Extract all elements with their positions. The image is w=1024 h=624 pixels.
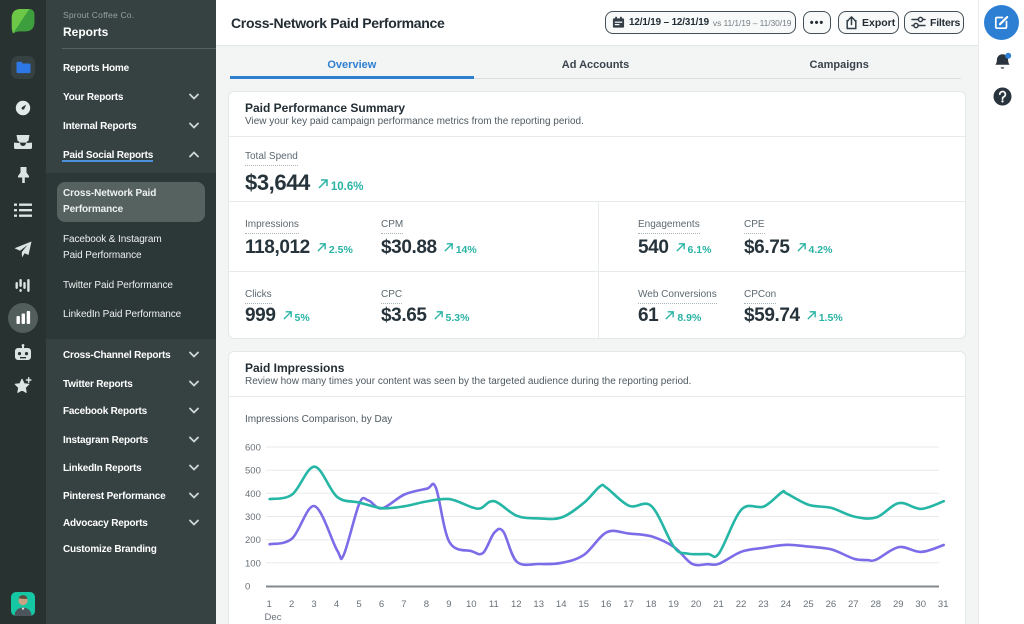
svg-text:25: 25: [803, 599, 814, 610]
svg-text:23: 23: [758, 599, 769, 610]
svg-text:8: 8: [424, 599, 429, 610]
svg-text:21: 21: [713, 599, 724, 610]
svg-text:300: 300: [245, 512, 261, 523]
svg-text:4: 4: [334, 599, 339, 610]
svg-text:1: 1: [266, 599, 271, 610]
svg-text:17: 17: [623, 599, 634, 610]
svg-text:100: 100: [245, 558, 261, 569]
svg-text:19: 19: [668, 599, 679, 610]
svg-text:28: 28: [871, 599, 882, 610]
svg-text:0: 0: [245, 582, 250, 593]
svg-text:18: 18: [646, 599, 657, 610]
svg-text:500: 500: [245, 466, 261, 477]
svg-text:22: 22: [736, 599, 747, 610]
svg-text:200: 200: [245, 535, 261, 546]
svg-text:13: 13: [533, 599, 544, 610]
svg-text:15: 15: [578, 599, 589, 610]
svg-text:26: 26: [826, 599, 837, 610]
svg-text:10: 10: [466, 599, 477, 610]
svg-text:16: 16: [601, 599, 612, 610]
svg-text:29: 29: [893, 599, 904, 610]
svg-text:9: 9: [446, 599, 451, 610]
svg-text:27: 27: [848, 599, 859, 610]
svg-text:600: 600: [245, 443, 261, 454]
svg-text:Dec: Dec: [265, 612, 282, 623]
svg-text:20: 20: [691, 599, 702, 610]
svg-text:400: 400: [245, 489, 261, 500]
svg-text:31: 31: [938, 599, 949, 610]
svg-text:12: 12: [511, 599, 522, 610]
svg-text:7: 7: [401, 599, 406, 610]
svg-text:2: 2: [289, 599, 294, 610]
svg-text:24: 24: [781, 599, 792, 610]
svg-text:3: 3: [311, 599, 316, 610]
svg-text:5: 5: [356, 599, 361, 610]
svg-text:14: 14: [556, 599, 567, 610]
svg-text:11: 11: [489, 599, 499, 610]
svg-text:30: 30: [915, 599, 926, 610]
svg-text:6: 6: [379, 599, 384, 610]
